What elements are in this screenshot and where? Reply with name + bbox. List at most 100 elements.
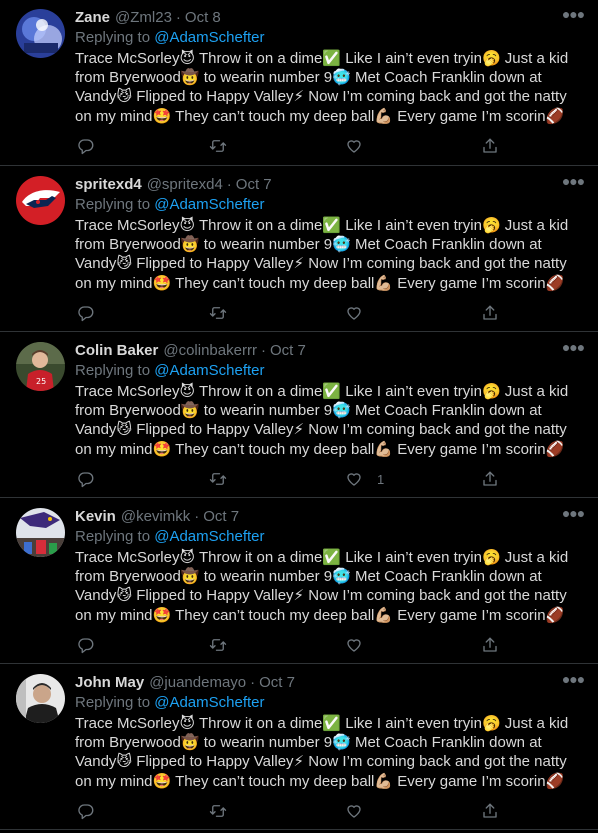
replying-prefix: Replying to [75,196,155,213]
replying-to: Replying to @AdamSchefter [75,527,584,547]
separator-dot: · [260,341,266,359]
retweet-icon [209,470,227,488]
user-handle[interactable]: @kevimkk [121,508,190,525]
reply-button[interactable] [77,304,95,322]
heart-icon [345,304,363,322]
tweet-date[interactable]: Oct 7 [203,508,239,525]
mention-link[interactable]: @AdamSchefter [154,196,264,213]
like-button[interactable]: 1 [345,470,384,488]
user-handle[interactable]: @spritexd4 [147,176,223,193]
retweet-button[interactable] [209,470,227,488]
avatar[interactable] [16,176,65,225]
share-icon [481,636,499,654]
retweet-button[interactable] [209,304,227,322]
share-icon [481,137,499,155]
replying-prefix: Replying to [75,694,155,711]
share-icon [481,304,499,322]
separator-dot: · [175,8,181,26]
replying-prefix: Replying to [75,528,155,545]
share-button[interactable] [481,470,499,488]
separator-dot: · [226,175,232,193]
tweet-date[interactable]: Oct 7 [270,342,306,359]
display-name[interactable]: Colin Baker [75,342,158,359]
avatar[interactable] [16,9,65,58]
avatar[interactable] [16,508,65,557]
share-button[interactable] [481,802,499,820]
more-icon[interactable]: ●●● [562,502,585,524]
heart-icon [345,470,363,488]
svg-text:25: 25 [36,377,46,386]
mention-link[interactable]: @AdamSchefter [154,362,264,379]
tweet-actions: 1 [75,470,515,490]
tweet-text: Trace McSorley😈 Throw it on a dime✅ Like… [75,383,569,458]
replying-prefix: Replying to [75,29,155,46]
tweet-text: Trace McSorley😈 Throw it on a dime✅ Like… [75,715,569,790]
tweet-date[interactable]: Oct 7 [236,176,272,193]
tweet[interactable]: Kevin @kevimkk · Oct 7 ●●● Replying to @… [0,498,598,664]
display-name[interactable]: spritexd4 [75,176,142,193]
display-name[interactable]: Kevin [75,508,116,525]
more-icon[interactable]: ●●● [562,170,585,192]
reply-icon [77,470,95,488]
avatar[interactable]: 25 [16,342,65,391]
tweet-header: Colin Baker @colinbakerrr · Oct 7 [75,340,584,360]
tweet-header: spritexd4 @spritexd4 · Oct 7 [75,174,584,194]
like-count: 1 [377,471,385,487]
tweet[interactable]: spritexd4 @spritexd4 · Oct 7 ●●● Replyin… [0,166,598,332]
reply-button[interactable] [77,802,95,820]
tweet-actions [75,636,515,656]
tweet-actions [75,304,515,324]
mention-link[interactable]: @AdamSchefter [154,694,264,711]
user-handle[interactable]: @Zml23 [115,9,172,26]
tweet-date[interactable]: Oct 7 [259,674,295,691]
tweet-text: Trace McSorley😈 Throw it on a dime✅ Like… [75,549,569,624]
display-name[interactable]: John May [75,674,144,691]
tweet[interactable]: Zane @Zml23 · Oct 8 ●●● Replying to @Ada… [0,0,598,166]
user-handle[interactable]: @juandemayo [149,674,246,691]
reply-button[interactable] [77,137,95,155]
reply-icon [77,802,95,820]
user-handle[interactable]: @colinbakerrr [163,342,257,359]
like-button[interactable] [345,137,377,155]
tweet-date[interactable]: Oct 8 [185,9,221,26]
share-icon [481,802,499,820]
heart-icon [345,137,363,155]
share-button[interactable] [481,137,499,155]
more-icon[interactable]: ●●● [562,3,585,25]
share-button[interactable] [481,304,499,322]
tweet-header: Kevin @kevimkk · Oct 7 [75,506,584,526]
like-button[interactable] [345,304,377,322]
mention-link[interactable]: @AdamSchefter [154,29,264,46]
retweet-icon [209,137,227,155]
like-button[interactable] [345,802,377,820]
like-button[interactable] [345,636,377,654]
retweet-icon [209,802,227,820]
retweet-button[interactable] [209,137,227,155]
retweet-button[interactable] [209,636,227,654]
more-icon[interactable]: ●●● [562,668,585,690]
reply-button[interactable] [77,636,95,654]
retweet-icon [209,636,227,654]
reply-button[interactable] [77,470,95,488]
display-name[interactable]: Zane [75,9,110,26]
replying-to: Replying to @AdamSchefter [75,361,584,381]
replying-to: Replying to @AdamSchefter [75,693,584,713]
tweet-actions [75,137,515,157]
share-button[interactable] [481,636,499,654]
avatar[interactable] [16,674,65,723]
tweet-actions [75,802,515,822]
reply-icon [77,137,95,155]
replying-to: Replying to @AdamSchefter [75,195,584,215]
reply-icon [77,636,95,654]
reply-icon [77,304,95,322]
mention-link[interactable]: @AdamSchefter [154,528,264,545]
share-icon [481,470,499,488]
tweet[interactable]: 25 Colin Baker @colinbakerrr · Oct 7 ●●●… [0,332,598,498]
tweet-text: Trace McSorley😈 Throw it on a dime✅ Like… [75,50,569,125]
replying-prefix: Replying to [75,362,155,379]
tweet-feed: Zane @Zml23 · Oct 8 ●●● Replying to @Ada… [0,0,598,830]
retweet-button[interactable] [209,802,227,820]
tweet[interactable]: John May @juandemayo · Oct 7 ●●● Replyin… [0,664,598,830]
more-icon[interactable]: ●●● [562,336,585,358]
replying-to: Replying to @AdamSchefter [75,28,584,48]
